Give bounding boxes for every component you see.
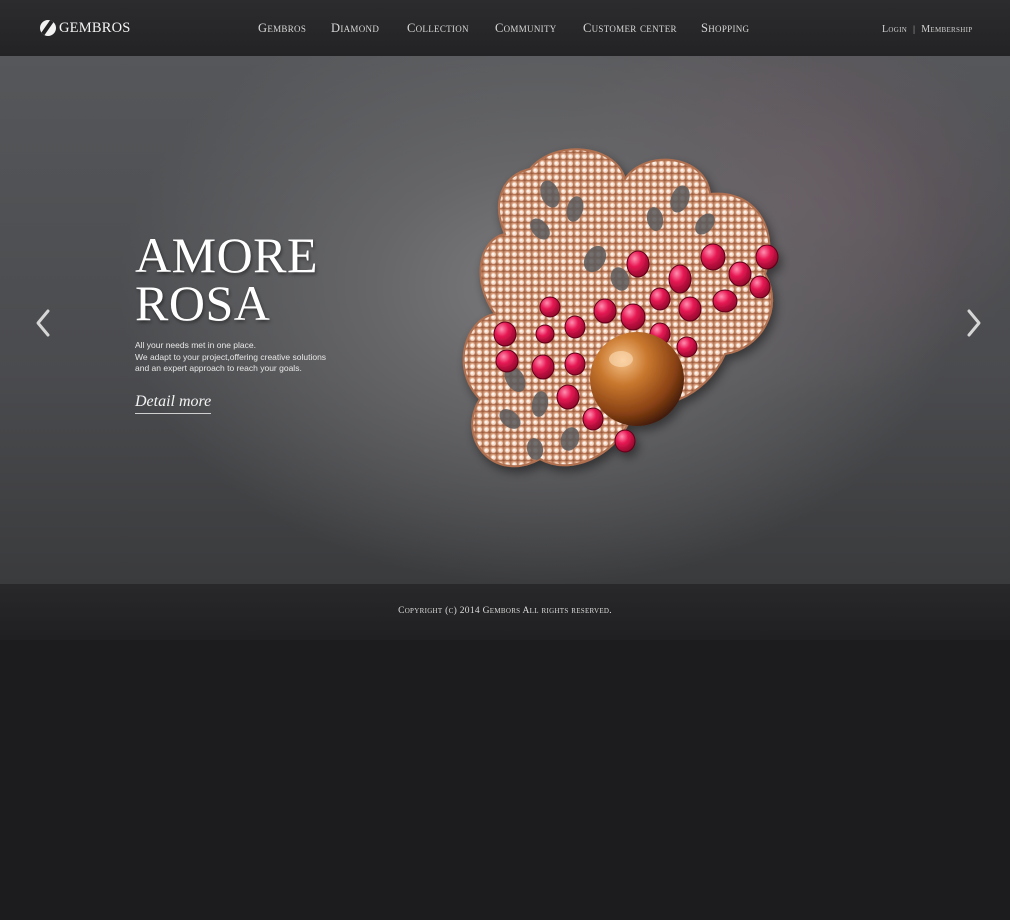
account-links: Login | Membership	[882, 22, 972, 36]
site-footer: Copyright (c) 2014 Gembors All rights re…	[0, 584, 1010, 640]
nav-item-gembros[interactable]: Gembros	[258, 21, 306, 36]
site-header: GEMBROS Gembros Diamond Collection Commu…	[0, 0, 1010, 56]
brooch-image	[462, 148, 779, 468]
hero-description-line: We adapt to your project,offering creati…	[135, 351, 327, 362]
chevron-right-icon[interactable]	[965, 308, 983, 338]
chevron-left-icon[interactable]	[34, 308, 52, 338]
nav-item-collection[interactable]: Collection	[407, 21, 469, 36]
hero-slider: AMORE ROSA All your needs met in one pla…	[0, 56, 1010, 584]
logo-leaf-icon	[40, 20, 56, 36]
hero-description: All your needs met in one place. We adap…	[135, 340, 355, 375]
nav-item-shopping[interactable]: Shopping	[701, 21, 749, 36]
nav-item-community[interactable]: Community	[495, 21, 557, 36]
hero-title-line2: ROSA	[135, 275, 271, 331]
hero-title: AMORE ROSA	[135, 227, 319, 331]
hero-description-line: All your needs met in one place.	[135, 340, 256, 350]
membership-link[interactable]: Membership	[921, 24, 972, 35]
account-separator: |	[913, 24, 916, 34]
copyright-text: Copyright (c) 2014 Gembors All rights re…	[398, 606, 612, 616]
detail-more-link[interactable]: Detail more	[135, 393, 212, 414]
nav-item-diamond[interactable]: Diamond	[331, 21, 379, 36]
hero-title-line1: AMORE	[135, 227, 319, 283]
logo[interactable]: GEMBROS	[40, 18, 131, 38]
nav-item-customer-center[interactable]: Customer center	[583, 21, 677, 36]
hero-description-line: and an expert approach to reach your goa…	[135, 363, 302, 373]
login-link[interactable]: Login	[882, 24, 907, 35]
logo-text: GEMBROS	[59, 19, 131, 36]
